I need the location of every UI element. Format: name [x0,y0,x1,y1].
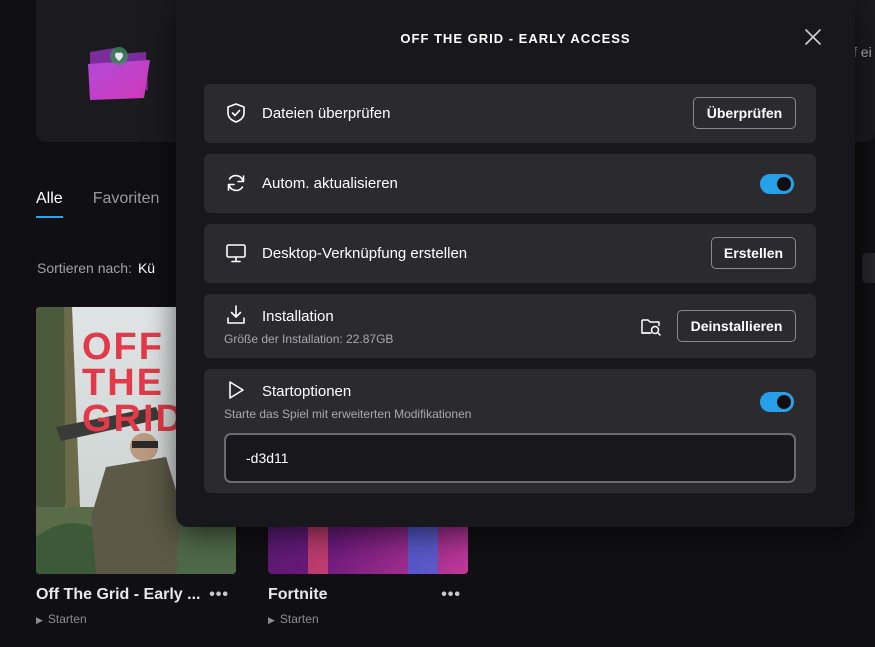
shield-check-icon [227,103,245,123]
monitor-icon [226,244,246,263]
library-tabs: Alle Favoriten [36,190,159,218]
launch-arguments-input[interactable]: -d3d11 [224,433,796,483]
launch-options-row: Startoptionen Starte das Spiel mit erwei… [204,369,816,493]
sort-value: Kü [137,260,156,276]
close-icon[interactable] [804,28,822,46]
game-settings-modal: OFF THE GRID - EARLY ACCESS Dateien über… [176,0,855,527]
more-options-icon[interactable]: ••• [209,586,237,604]
verify-files-row: Dateien überprüfen Überprüfen [204,84,816,143]
auto-update-toggle[interactable] [760,174,794,194]
view-toggle-button[interactable] [862,253,875,283]
auto-update-row: Autom. aktualisieren [204,154,816,213]
verify-button[interactable]: Überprüfen [693,97,796,129]
installation-label: Installation [262,308,334,325]
installation-size: Größe der Installation: 22.87GB [224,332,394,346]
play-small-icon: ▶ [268,615,275,625]
game-title: Off The Grid - Early ... [36,586,201,603]
folder-heart-icon [88,47,150,100]
folder-search-icon[interactable] [640,315,662,337]
uninstall-button[interactable]: Deinstallieren [677,310,796,342]
launch-options-toggle[interactable] [760,392,794,412]
auto-update-label: Autom. aktualisieren [262,175,398,192]
desktop-shortcut-label: Desktop-Verknüpfung erstellen [262,245,468,262]
desktop-shortcut-row: Desktop-Verknüpfung erstellen Erstellen [204,224,816,283]
start-label[interactable]: Starten [48,612,87,626]
banner-text-cut: f ei [853,44,872,60]
game-title: Fortnite [268,586,328,603]
sort-label: Sortieren nach: [37,260,132,276]
sync-icon [227,174,245,192]
start-label[interactable]: Starten [280,612,319,626]
download-icon [227,305,245,324]
installation-row: Installation Größe der Installation: 22.… [204,294,816,358]
launch-options-description: Starte das Spiel mit erweiterten Modifik… [224,407,472,421]
more-options-icon[interactable]: ••• [441,586,469,604]
tab-all[interactable]: Alle [36,190,63,218]
sort-control[interactable]: Sortieren nach: Kü [37,260,155,276]
play-small-icon: ▶ [36,615,43,625]
cover-title-line-3: GRID [82,398,185,440]
modal-title: OFF THE GRID - EARLY ACCESS [400,31,631,46]
launch-options-label: Startoptionen [262,383,352,400]
play-icon [229,381,244,399]
create-shortcut-button[interactable]: Erstellen [711,237,796,269]
tab-favorites[interactable]: Favoriten [93,190,160,218]
verify-files-label: Dateien überprüfen [262,105,391,122]
